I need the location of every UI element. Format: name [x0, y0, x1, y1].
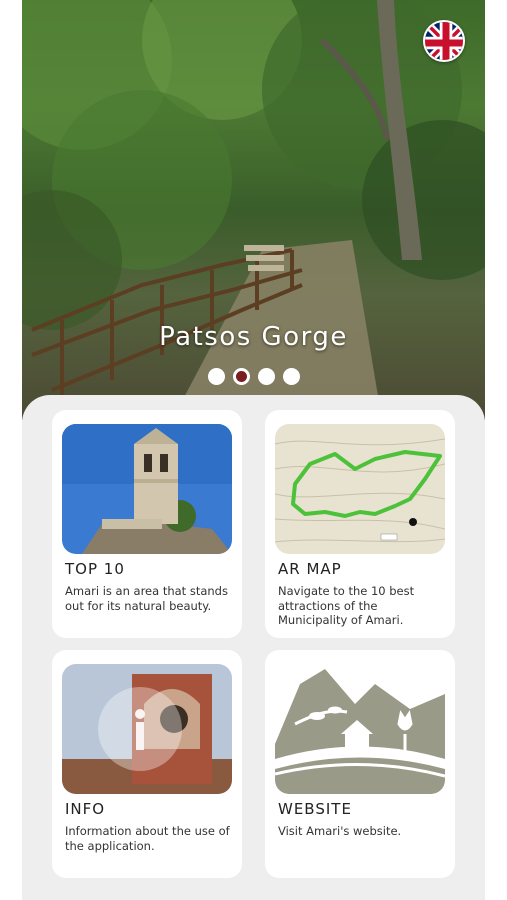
trail-map-image	[275, 424, 445, 554]
carousel-dot-1[interactable]	[207, 368, 225, 385]
app-screen: Patsos Gorge TOP 10 Amari is an area tha…	[22, 0, 485, 900]
bell-tower-photo	[62, 424, 232, 554]
top10-description: Amari is an area that stands out for its…	[65, 584, 228, 613]
carousel-pagination	[22, 368, 485, 385]
uk-flag-icon	[425, 22, 463, 60]
language-button[interactable]	[423, 20, 465, 62]
ar-map-card[interactable]: AR MAP Navigate to the 10 best attractio…	[265, 410, 455, 638]
hero-carousel[interactable]: Patsos Gorge	[22, 0, 485, 420]
carousel-dot-3[interactable]	[257, 368, 275, 385]
hero-photo	[22, 0, 485, 420]
carousel-dot-2-active[interactable]	[232, 368, 250, 385]
website-description: Visit Amari's website.	[278, 824, 402, 838]
ar-map-description: Navigate to the 10 best attractions of t…	[278, 584, 415, 627]
ar-map-title: AR MAP	[278, 560, 342, 578]
website-title: WEBSITE	[278, 800, 352, 818]
info-description: Information about the use of the applica…	[65, 824, 230, 853]
carousel-dot-4[interactable]	[282, 368, 300, 385]
info-card[interactable]: INFO Information about the use of the ap…	[52, 650, 242, 878]
hero-title: Patsos Gorge	[159, 322, 348, 352]
info-title: INFO	[65, 800, 106, 818]
top10-title: TOP 10	[65, 560, 125, 578]
top10-card[interactable]: TOP 10 Amari is an area that stands out …	[52, 410, 242, 638]
website-card[interactable]: WEBSITE Visit Amari's website.	[265, 650, 455, 878]
info-photo	[62, 664, 232, 794]
menu-panel: TOP 10 Amari is an area that stands out …	[22, 395, 485, 900]
landscape-logo-icon	[275, 664, 445, 794]
